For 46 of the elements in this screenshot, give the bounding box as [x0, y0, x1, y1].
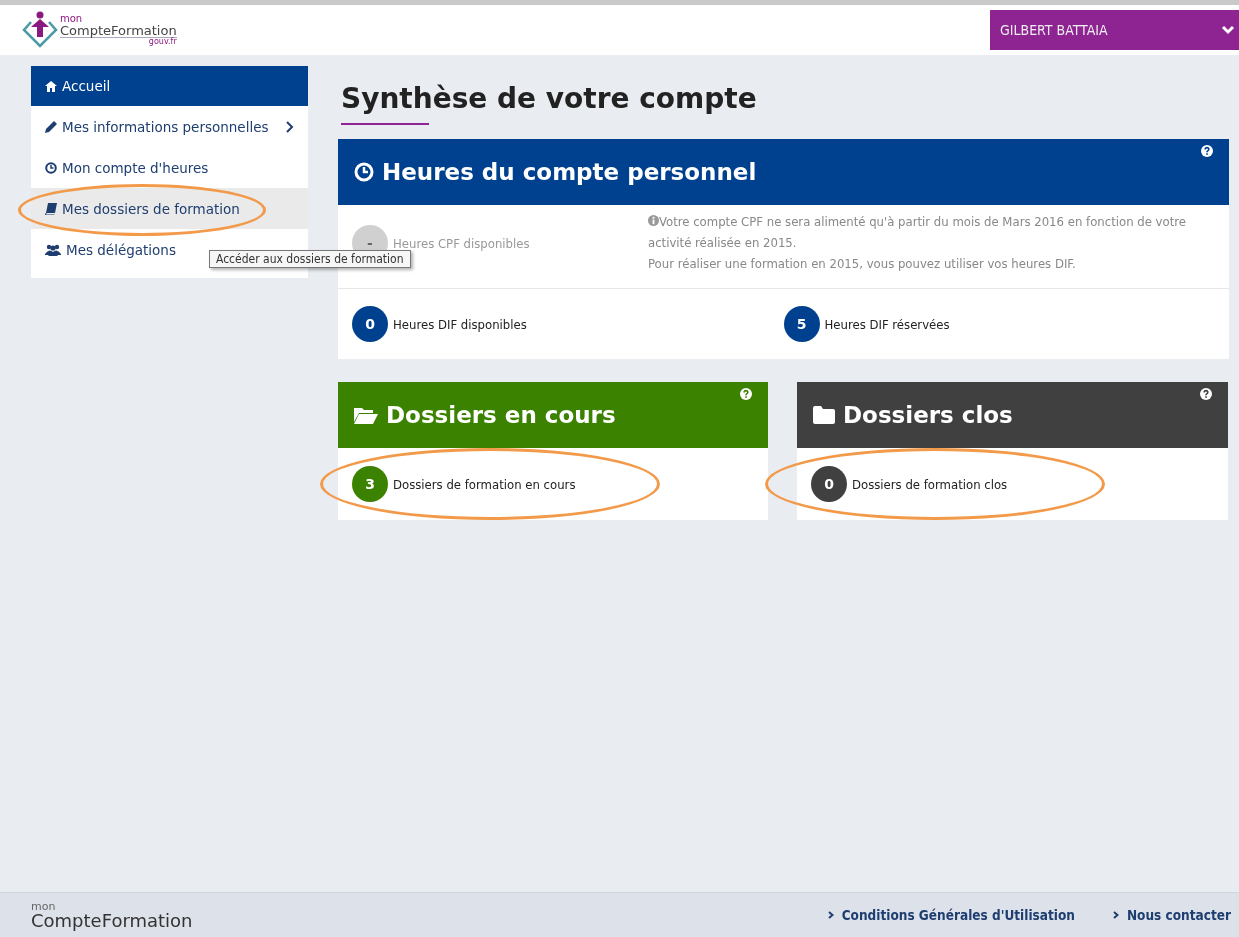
logo[interactable]: mon CompteFormation gouv.fr [22, 10, 177, 50]
sidebar-item[interactable]: Mes informations personnelles [31, 106, 308, 147]
count-badge: 0 [352, 306, 388, 342]
book-icon [45, 202, 57, 215]
logo-small-text: mon [60, 14, 84, 24]
card-title: Dossiers clos [843, 402, 1013, 428]
help-icon[interactable] [740, 388, 752, 400]
chevron-right-icon [286, 120, 294, 133]
sidebar-item[interactable]: Mon compte d'heures [31, 147, 308, 188]
sidebar-item[interactable]: Mes dossiers de formation [31, 188, 308, 229]
chevron-right-icon [827, 911, 834, 919]
logo-text: CompteFormation [60, 24, 177, 38]
folder-icon [354, 406, 378, 424]
footer-link[interactable]: Nous contacter [1126, 907, 1231, 923]
logo-small-text: mon [31, 900, 57, 912]
stat-label: Heures CPF disponibles [393, 235, 530, 251]
footer-link[interactable]: Conditions Générales d'Utilisation [841, 907, 1075, 923]
chevron-icon [1221, 25, 1235, 35]
help-icon[interactable] [1201, 145, 1213, 157]
logo-text: CompteFormation [31, 911, 193, 930]
folder-link[interactable]: Dossiers de formation en cours [393, 476, 576, 492]
users-icon [45, 243, 61, 256]
folder-link[interactable]: Dossiers de formation clos [852, 476, 1008, 492]
stat-label: Heures DIF réservées [824, 316, 950, 332]
clock-icon [45, 161, 57, 174]
count-badge: 3 [352, 466, 388, 502]
info-note: Votre compte CPF ne sera alimenté qu'à partir du mois de Mars 2016 en fonction de votre activité réalisée en 2015. [648, 213, 1187, 252]
info-icon [648, 215, 659, 226]
user-menu-button[interactable]: GILBERT BATTAIA [990, 10, 1239, 50]
diamond-person-icon [22, 10, 58, 50]
clock-icon [354, 162, 374, 182]
stat-label: Heures DIF disponibles [393, 316, 527, 332]
count-badge: 5 [783, 306, 820, 342]
info-note: Pour réaliser une formation en 2015, vous pouvez utiliser vos heures DIF. [648, 255, 1077, 273]
sidebar-item[interactable]: Accueil [31, 66, 308, 106]
logo-suffix-text: gouv.fr [148, 38, 177, 46]
page-title: Synthèse de votre compte [341, 82, 758, 115]
chevron-right-icon [1112, 911, 1119, 919]
help-icon[interactable] [1200, 388, 1212, 400]
folder-icon [813, 406, 835, 424]
count-badge: 0 [811, 466, 847, 502]
card-title: Dossiers en cours [386, 402, 616, 428]
tooltip: Accéder aux dossiers de formation [209, 250, 411, 268]
pencil-icon [45, 120, 57, 133]
card-title: Heures du compte personnel [382, 159, 757, 185]
home-icon [45, 80, 57, 92]
